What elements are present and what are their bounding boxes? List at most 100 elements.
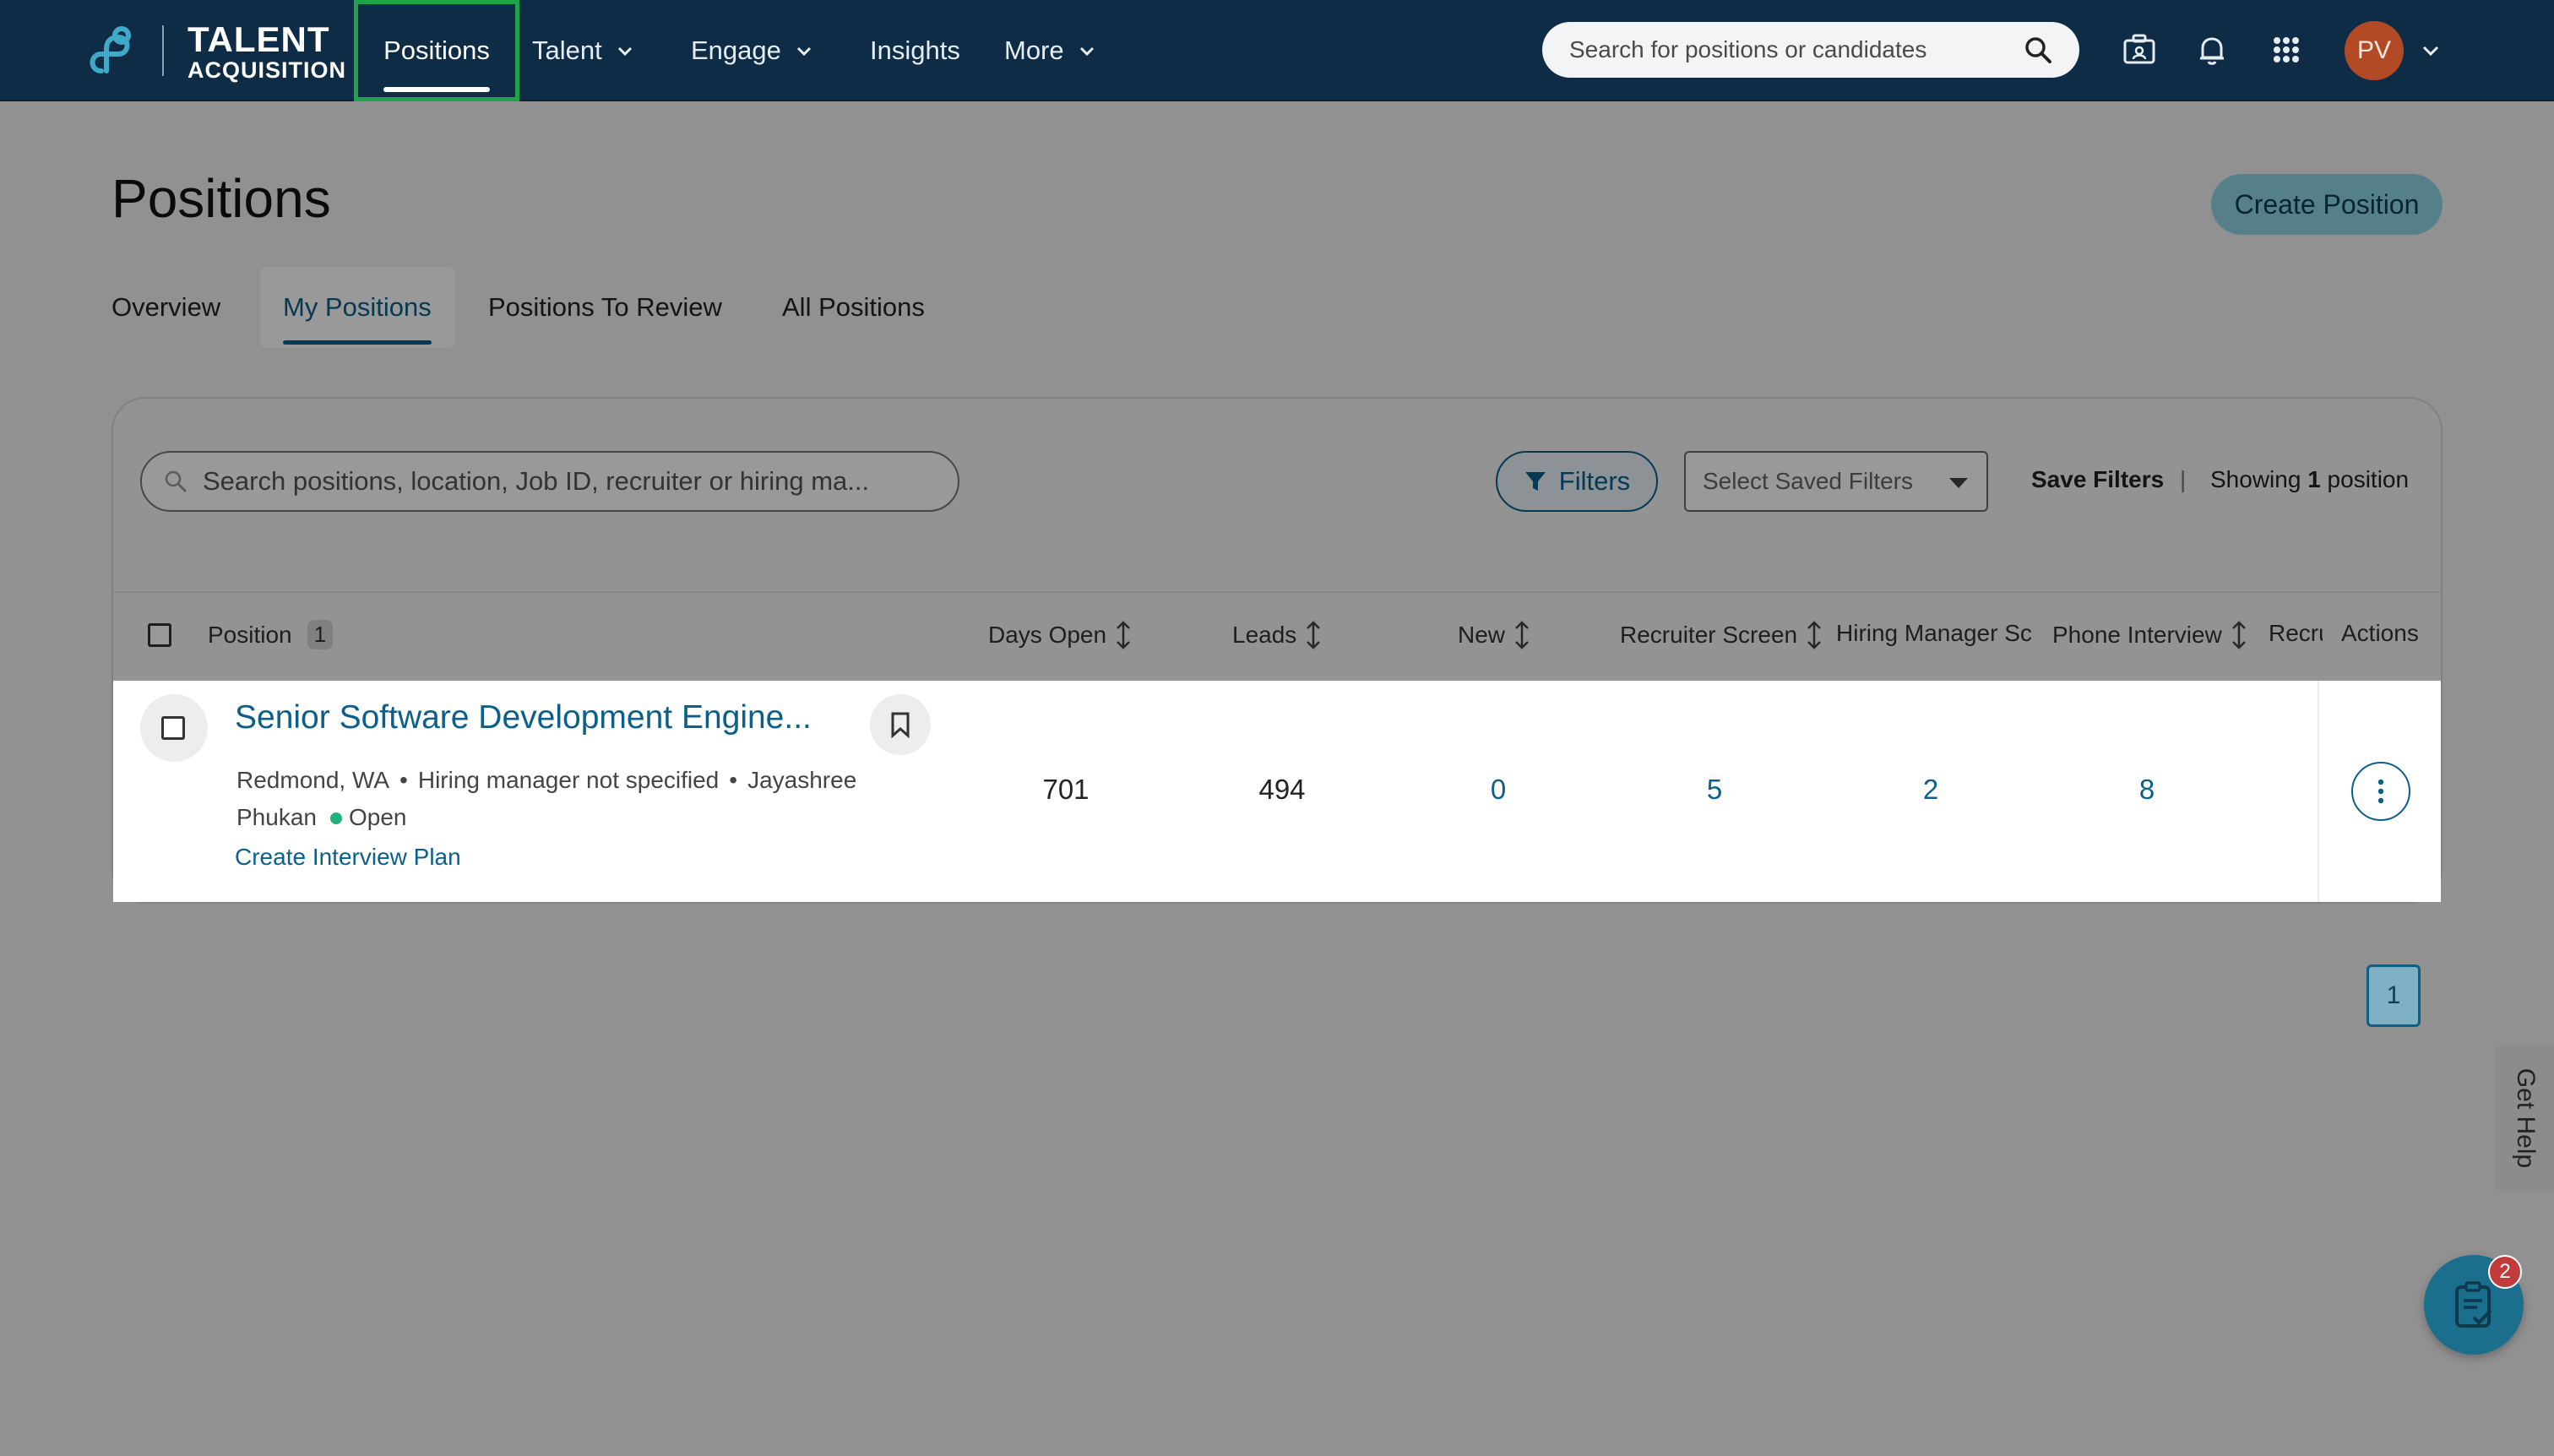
nav-positions-label: Positions [383, 35, 490, 65]
row-select-checkbox[interactable] [161, 716, 185, 740]
nav-talent[interactable]: Talent [532, 0, 634, 101]
brand-logo-icon[interactable] [84, 22, 140, 78]
page-title: Positions [111, 168, 331, 229]
actions-column-divider [2318, 681, 2319, 902]
showing-suffix: position [2327, 466, 2410, 492]
column-header-phone-interview[interactable]: Phone Interview [2052, 620, 2247, 650]
nav-more-label: More [1004, 35, 1064, 65]
column-header-recruiter-screen[interactable]: Recruiter Screen [1620, 620, 1823, 650]
filters-button[interactable]: Filters [1496, 451, 1658, 512]
column-label-hiring-manager-screen: Hiring Manager Sc [1836, 620, 2032, 646]
sort-icon[interactable] [1305, 620, 1322, 650]
tab-my-positions[interactable]: My Positions [260, 267, 454, 348]
column-label-leads: Leads [1232, 622, 1297, 648]
column-header-recruiter[interactable]: Recru [2269, 620, 2323, 647]
phone-interview-count-link[interactable]: 8 [2096, 774, 2198, 806]
global-search-input[interactable]: Search for positions or candidates [1542, 22, 2079, 78]
active-nav-indicator [383, 87, 490, 92]
position-location: Redmond, WA [236, 767, 390, 793]
hiring-manager-screen-count-link[interactable]: 2 [1880, 774, 1981, 806]
toolbar-separator: | [2180, 466, 2187, 492]
bell-icon[interactable] [2193, 30, 2231, 69]
chevron-down-icon [796, 46, 811, 57]
briefcase-icon[interactable] [2120, 30, 2159, 69]
search-icon [165, 470, 187, 492]
column-header-actions: Actions [2341, 620, 2419, 647]
get-help-label: Get Help [2512, 1068, 2540, 1169]
sort-icon[interactable] [2231, 620, 2247, 650]
new-count-link[interactable]: 0 [1448, 774, 1549, 806]
column-header-new[interactable]: New [1458, 620, 1530, 650]
nav-more[interactable]: More [1004, 0, 1096, 101]
nav-insights[interactable]: Insights [870, 0, 960, 101]
nav-engage[interactable]: Engage [691, 0, 813, 101]
apps-grid-icon[interactable] [2267, 30, 2306, 69]
nav-insights-label: Insights [870, 35, 960, 65]
save-filters-button[interactable]: Save Filters [2031, 466, 2164, 493]
brand-line-1: TALENT [187, 19, 330, 59]
search-icon[interactable] [2024, 35, 2052, 64]
column-label-actions: Actions [2341, 620, 2419, 646]
column-label-recruiter-screen: Recruiter Screen [1620, 622, 1798, 648]
tab-my-positions-label: My Positions [283, 292, 432, 322]
status-open-dot [329, 812, 342, 824]
position-hiring-manager: Hiring manager not specified [417, 767, 720, 793]
saved-filters-select[interactable]: Select Saved Filters [1684, 451, 1988, 512]
tab-all-positions[interactable]: All Positions [782, 267, 925, 348]
showing-count-text: Showing 1 position [2210, 466, 2409, 493]
column-header-hiring-manager-screen[interactable]: Hiring Manager Sc [1836, 620, 2037, 647]
column-label-position: Position [208, 621, 292, 648]
tab-positions-to-review[interactable]: Positions To Review [488, 267, 722, 348]
brand-name: TALENT ACQUISITION [187, 22, 346, 82]
sort-icon[interactable] [1513, 620, 1530, 650]
nav-positions[interactable]: Positions [354, 0, 519, 101]
position-count-badge: 1 [307, 620, 334, 649]
active-tab-indicator [283, 340, 432, 345]
showing-count: 1 [2307, 466, 2321, 492]
showing-prefix: Showing [2210, 466, 2301, 492]
create-position-button[interactable]: Create Position [2211, 174, 2443, 235]
brand-line-2: ACQUISITION [187, 57, 347, 83]
global-search-placeholder: Search for positions or candidates [1569, 36, 1927, 62]
recruiter-screen-count-link[interactable]: 5 [1664, 774, 1765, 806]
chevron-down-icon[interactable] [2421, 41, 2441, 61]
sort-icon[interactable] [1115, 620, 1132, 650]
logo-divider [162, 25, 164, 76]
column-label-new: New [1458, 622, 1506, 648]
positions-search-placeholder: Search positions, location, Job ID, recr… [203, 466, 870, 496]
row-actions-button[interactable] [2351, 762, 2410, 821]
days-open-value: 701 [1042, 774, 1090, 805]
column-label-days-open: Days Open [988, 622, 1107, 648]
notification-count-badge: 2 [2488, 1255, 2522, 1289]
tab-overview[interactable]: Overview [111, 267, 220, 348]
select-all-checkbox[interactable] [148, 623, 171, 647]
top-navigation-bar: TALENT ACQUISITION Positions Talent Enga… [0, 0, 2554, 101]
position-status: Open [348, 804, 407, 830]
positions-search-input[interactable]: Search positions, location, Job ID, recr… [140, 451, 959, 512]
create-interview-plan-link[interactable]: Create Interview Plan [235, 844, 461, 871]
chevron-down-icon [1079, 46, 1094, 57]
filters-label: Filters [1558, 466, 1631, 496]
filter-funnel-icon [1524, 472, 1546, 491]
saved-filters-placeholder: Select Saved Filters [1703, 468, 1913, 494]
dropdown-caret-icon [1949, 478, 1968, 488]
more-vertical-icon [2377, 779, 2384, 804]
get-help-tab[interactable]: Get Help [2495, 1044, 2554, 1193]
column-header-days-open[interactable]: Days Open [988, 620, 1132, 650]
meta-separator: • [399, 767, 408, 793]
pagination-page-button[interactable]: 1 [2367, 964, 2421, 1027]
clipboard-check-icon [2455, 1281, 2492, 1328]
column-header-leads[interactable]: Leads [1232, 620, 1322, 650]
nav-engage-label: Engage [691, 35, 781, 65]
column-label-recruiter: Recru [2269, 620, 2323, 646]
meta-separator: • [729, 767, 738, 793]
chevron-down-icon [617, 46, 632, 57]
sort-icon[interactable] [1806, 620, 1823, 650]
column-header-position[interactable]: Position 1 [208, 620, 334, 649]
position-title-link[interactable]: Senior Software Development Engine... [235, 699, 812, 736]
position-meta: Redmond, WA • Hiring manager not specified… [236, 762, 929, 836]
bookmark-icon [891, 712, 910, 738]
user-avatar[interactable]: PV [2345, 21, 2404, 80]
column-label-phone-interview: Phone Interview [2052, 622, 2222, 648]
bookmark-button[interactable] [870, 694, 931, 755]
